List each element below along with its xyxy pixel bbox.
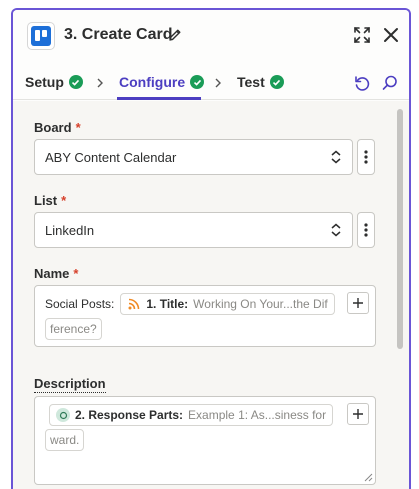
- chevron-right-icon: [97, 78, 103, 88]
- token-label: 1. Title:: [146, 297, 189, 311]
- step-tabs: Setup Configure Test: [13, 66, 409, 100]
- field-token-pill[interactable]: 2. Response Parts: Example 1: As...sines…: [49, 404, 334, 426]
- name-prefix: Social Posts:: [45, 297, 115, 311]
- updown-chevron-icon: [331, 223, 341, 237]
- tab-configure[interactable]: Configure: [119, 74, 205, 90]
- token-value-continued: ference?: [45, 318, 102, 340]
- search-icon[interactable]: [381, 74, 399, 92]
- rss-icon: [128, 298, 140, 310]
- plus-icon: [353, 409, 363, 419]
- scrollbar-thumb[interactable]: [397, 109, 403, 349]
- list-more-button[interactable]: [357, 212, 375, 248]
- step-title[interactable]: 3. Create Card: [64, 26, 173, 44]
- board-select-value: ABY Content Calendar: [45, 150, 177, 165]
- board-label: Board *: [34, 120, 81, 135]
- insert-data-button[interactable]: [347, 292, 369, 314]
- tab-configure-label: Configure: [119, 74, 186, 90]
- check-circle-icon: [269, 75, 284, 89]
- resize-handle-icon[interactable]: [363, 472, 373, 482]
- tab-setup[interactable]: Setup: [25, 74, 83, 90]
- close-icon[interactable]: [382, 26, 400, 44]
- tab-test[interactable]: Test: [237, 74, 284, 90]
- tab-setup-label: Setup: [25, 74, 64, 90]
- token-label: 2. Response Parts:: [75, 408, 184, 422]
- board-select[interactable]: ABY Content Calendar: [34, 139, 353, 175]
- description-label: Description: [34, 376, 106, 393]
- list-label: List *: [34, 193, 67, 208]
- list-select[interactable]: LinkedIn: [34, 212, 353, 248]
- check-circle-icon: [68, 75, 83, 89]
- plus-icon: [353, 298, 363, 308]
- tab-test-label: Test: [237, 74, 265, 90]
- undo-icon[interactable]: [353, 74, 371, 92]
- list-select-value: LinkedIn: [45, 223, 95, 238]
- insert-data-button[interactable]: [347, 403, 369, 425]
- expand-icon[interactable]: [353, 26, 371, 44]
- token-value: Working On Your...the Dif: [193, 297, 328, 311]
- description-field[interactable]: 2. Response Parts: Example 1: As...sines…: [34, 396, 376, 485]
- board-more-button[interactable]: [357, 139, 375, 175]
- pencil-icon[interactable]: [167, 27, 183, 43]
- name-label: Name *: [34, 266, 79, 281]
- chevron-right-icon: [215, 78, 221, 88]
- configure-form: Board * ABY Content Calendar List * Linked…: [13, 101, 409, 489]
- active-tab-indicator: [117, 97, 201, 100]
- name-field[interactable]: Social Posts: 1. Title: Working On Your.…: [34, 285, 376, 347]
- updown-chevron-icon: [331, 150, 341, 164]
- kebab-icon: [364, 150, 368, 164]
- step-panel: 3. Create Card Setup Configure Test Boar…: [11, 8, 411, 489]
- scrollbar[interactable]: [395, 101, 405, 489]
- trello-icon: [27, 22, 55, 50]
- panel-header: 3. Create Card: [13, 10, 409, 60]
- check-circle-icon: [190, 75, 205, 89]
- ai-response-icon: [56, 408, 70, 422]
- token-value: Example 1: As...siness for: [188, 408, 327, 422]
- token-value-continued: ward.: [45, 429, 85, 451]
- field-token-pill[interactable]: 1. Title: Working On Your...the Dif: [120, 293, 335, 315]
- kebab-icon: [364, 223, 368, 237]
